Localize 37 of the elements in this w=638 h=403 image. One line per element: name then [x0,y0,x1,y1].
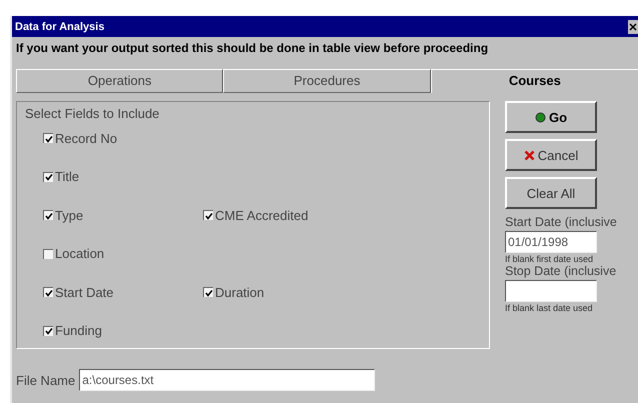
field-checkbox[interactable]: CME Accredited [203,206,363,224]
notice-text: If you want your output sorted this should be done in table view before proceeding [15,40,490,57]
stop-date-label: Stop Date (inclusive [505,264,616,278]
group-title: Select Fields to Include [25,106,160,121]
window-title: Data for Analysis [15,20,104,32]
start-date-hint: If blank first date used [505,254,594,264]
cross-icon [524,150,535,160]
close-icon [629,22,637,30]
field-checkbox[interactable]: Location [43,244,203,262]
action-button[interactable]: Cancel [505,139,597,171]
status-light-icon [534,112,546,122]
field-checkbox[interactable]: Record No [43,129,203,147]
field-checkbox[interactable]: Title [43,168,203,186]
field-checkbox[interactable]: Funding [43,322,203,340]
action-button[interactable]: Clear All [505,177,597,209]
checkbox[interactable] [43,210,53,220]
stop-date-hint: If blank last date used [505,303,593,313]
checkbox[interactable] [43,326,53,336]
file-name-field[interactable]: a:\courses.txt [79,369,376,391]
field-checkbox[interactable]: Start Date [43,283,203,301]
start-date-field[interactable]: 01/01/1998 [505,231,597,253]
file-name-label: File Name [16,372,76,388]
stop-date-field[interactable] [505,280,597,302]
field-checkbox[interactable]: Type [43,206,203,224]
field-checkbox[interactable]: Duration [203,283,363,301]
start-date-label: Start Date (inclusive [505,215,617,229]
checkbox[interactable] [43,248,53,258]
tab[interactable]: Procedures [223,69,431,93]
checkbox[interactable] [203,210,213,220]
checkbox[interactable] [43,287,53,297]
checkbox[interactable] [43,172,53,182]
close-button[interactable] [628,20,638,34]
tab[interactable]: Operations [16,69,224,93]
checkbox[interactable] [43,133,53,143]
action-button[interactable]: Go [505,101,597,133]
tab[interactable]: Courses [430,69,638,93]
checkbox[interactable] [203,287,213,297]
